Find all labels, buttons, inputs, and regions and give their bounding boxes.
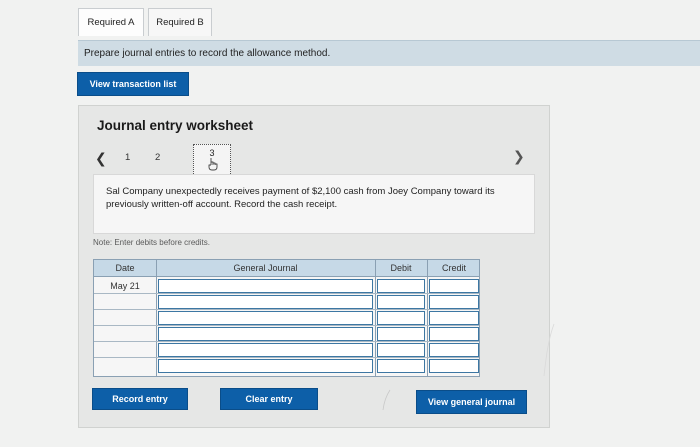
stray-mark xyxy=(382,389,391,411)
row-date xyxy=(94,310,156,326)
row-date xyxy=(94,294,156,310)
worksheet-title: Journal entry worksheet xyxy=(97,118,254,133)
record-entry-button[interactable]: Record entry xyxy=(92,388,188,410)
credit-input[interactable] xyxy=(429,343,479,357)
credit-input[interactable] xyxy=(429,295,479,309)
credit-input[interactable] xyxy=(429,279,479,293)
row-date xyxy=(94,358,156,374)
row-date: May 21 xyxy=(110,281,140,291)
account-input[interactable] xyxy=(158,311,373,325)
view-general-journal-button[interactable]: View general journal xyxy=(416,390,527,414)
table-row xyxy=(94,294,479,310)
table-row: May 21 xyxy=(94,278,479,294)
account-input[interactable] xyxy=(158,343,373,357)
row-date xyxy=(94,326,156,342)
row-date xyxy=(94,342,156,358)
header-general-journal: General Journal xyxy=(233,263,298,273)
pager-page-3-current[interactable]: 3 xyxy=(193,144,231,176)
credit-input[interactable] xyxy=(429,311,479,325)
chevron-right-icon[interactable]: ❯ xyxy=(513,148,525,165)
header-debit: Debit xyxy=(390,263,412,273)
view-transaction-list-button[interactable]: View transaction list xyxy=(77,72,189,96)
clear-entry-button[interactable]: Clear entry xyxy=(220,388,318,410)
table-row xyxy=(94,326,479,342)
chevron-left-icon[interactable]: ❮ xyxy=(95,150,107,167)
entry-note: Note: Enter debits before credits. xyxy=(93,238,210,247)
stray-mark xyxy=(543,323,555,377)
table-row xyxy=(94,342,479,358)
debit-input[interactable] xyxy=(377,295,425,309)
credit-input[interactable] xyxy=(429,359,479,373)
transaction-description: Sal Company unexpectedly receives paymen… xyxy=(93,174,535,234)
debit-input[interactable] xyxy=(377,311,425,325)
table-row xyxy=(94,310,479,326)
header-date: Date xyxy=(115,263,135,273)
table-row xyxy=(94,358,479,374)
account-input[interactable] xyxy=(158,295,373,309)
debit-input[interactable] xyxy=(377,279,425,293)
journal-entry-table: Date General Journal Debit Credit May 21 xyxy=(93,259,480,377)
debit-input[interactable] xyxy=(377,327,425,341)
account-input[interactable] xyxy=(158,327,373,341)
worksheet-pager: ❮ 1 2 3 xyxy=(95,144,245,176)
table-header: Date General Journal Debit Credit xyxy=(94,260,479,277)
pager-page-2[interactable]: 2 xyxy=(155,152,160,163)
account-input[interactable] xyxy=(158,279,373,293)
credit-input[interactable] xyxy=(429,327,479,341)
journal-entry-worksheet-panel: Journal entry worksheet ❮ 1 2 3 Sal Comp… xyxy=(78,105,550,428)
hand-pointer-icon xyxy=(208,158,218,171)
instruction-text: Prepare journal entries to record the al… xyxy=(78,40,700,66)
debit-input[interactable] xyxy=(377,343,425,357)
account-input[interactable] xyxy=(158,359,373,373)
pager-page-1[interactable]: 1 xyxy=(125,152,130,163)
tab-required-a[interactable]: Required A xyxy=(78,8,144,36)
debit-input[interactable] xyxy=(377,359,425,373)
tab-required-b[interactable]: Required B xyxy=(148,8,212,36)
header-credit: Credit xyxy=(441,263,466,273)
